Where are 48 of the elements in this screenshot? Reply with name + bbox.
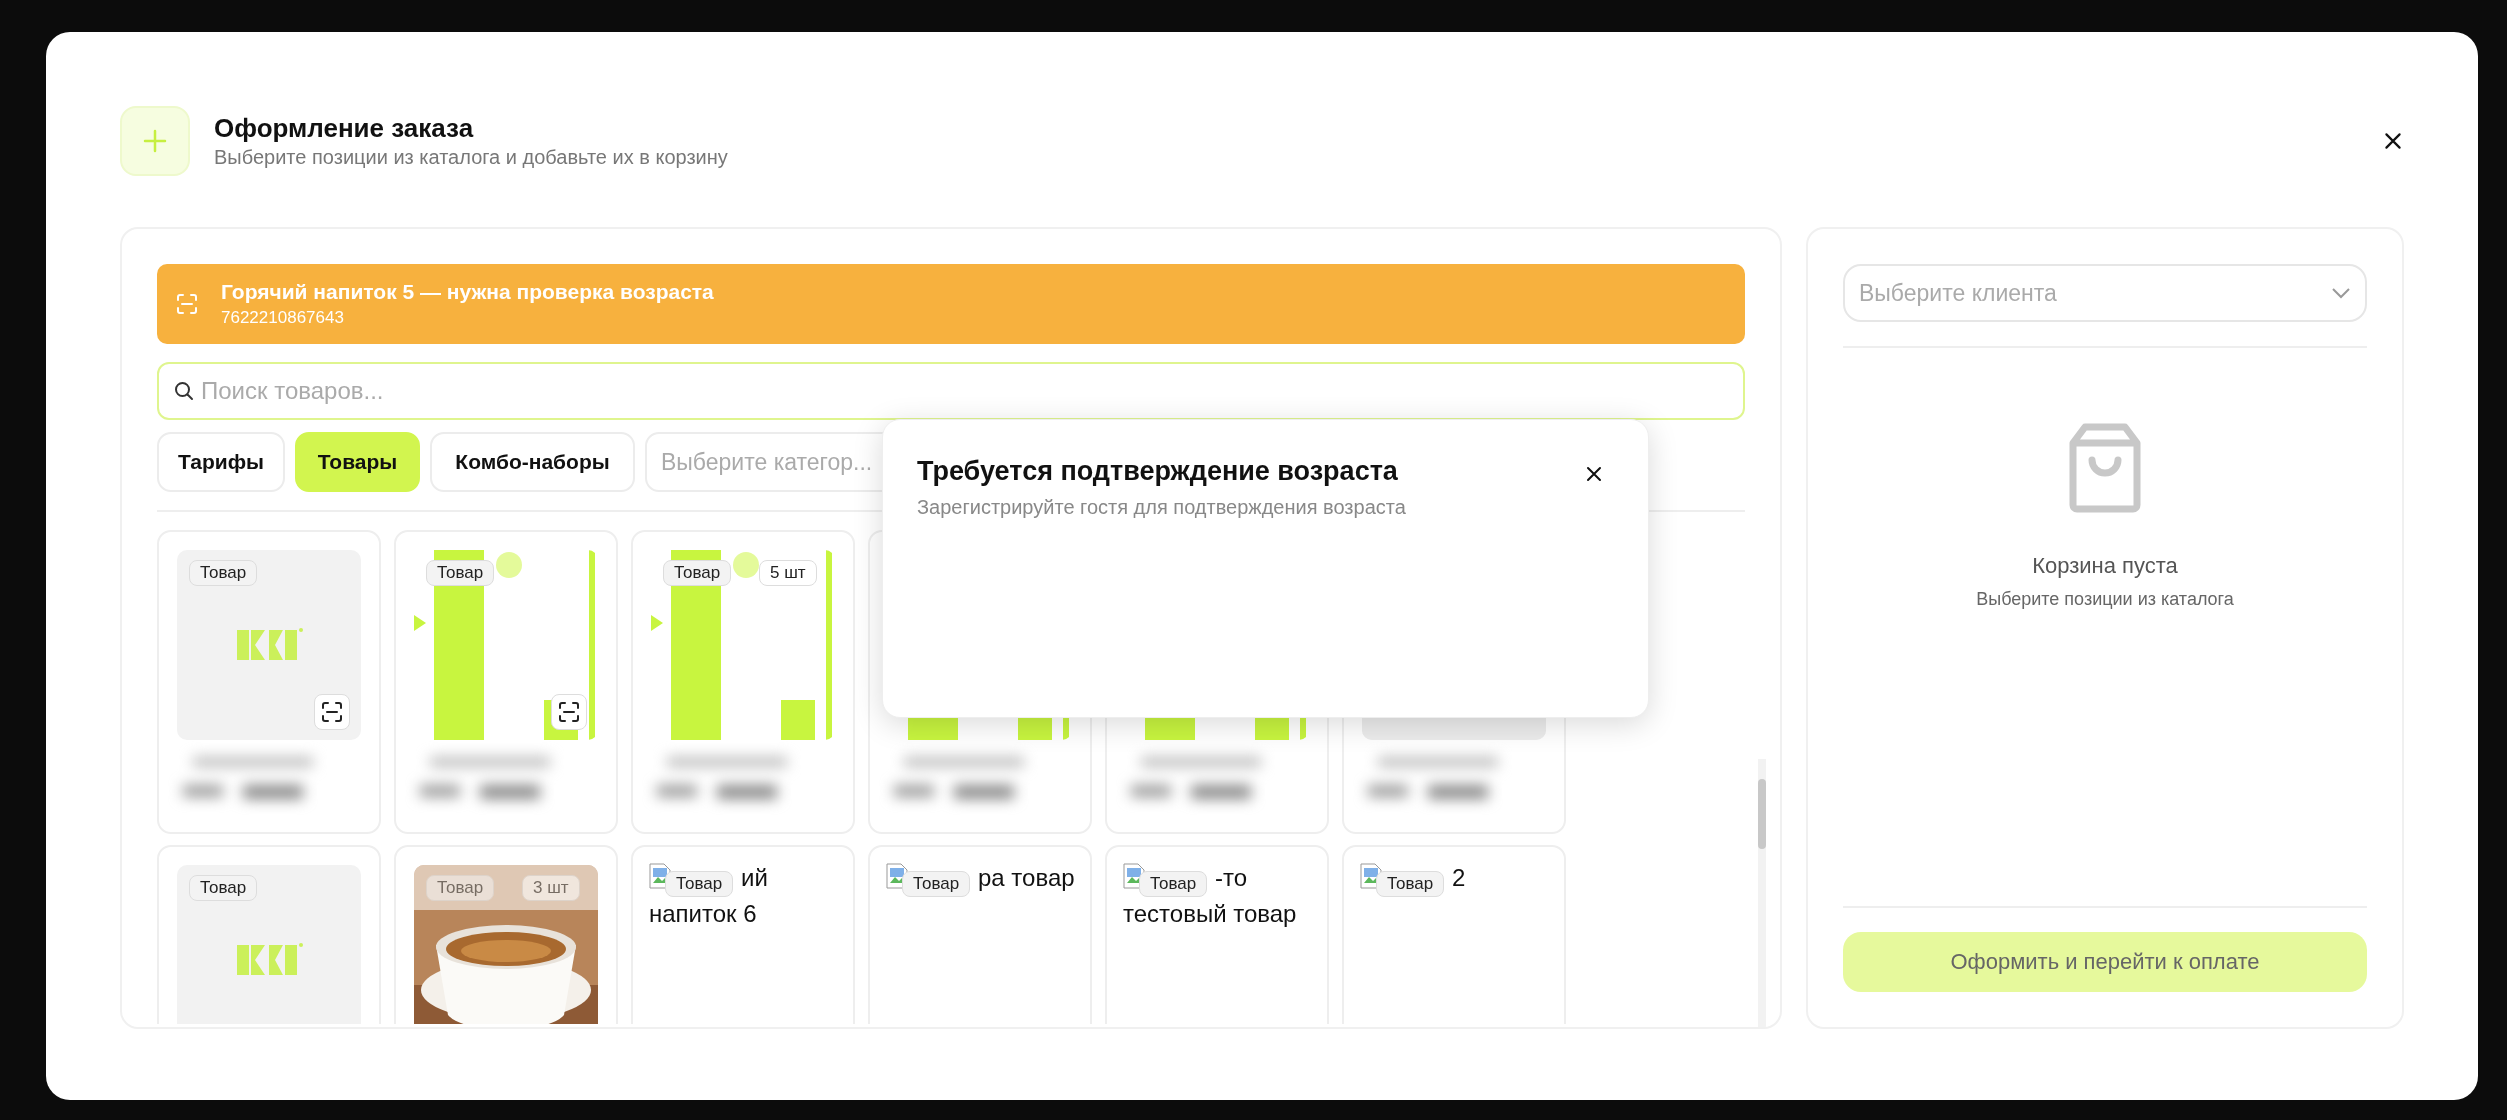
category-tab[interactable]: Тарифы <box>157 432 285 492</box>
type-badge: Товар <box>426 560 495 586</box>
image-alt-text: ра товар <box>978 863 1075 893</box>
image-alt-text: 2 <box>1452 863 1466 893</box>
empty-cart-hint: Выберите позиции из каталога <box>1976 589 2234 610</box>
image-alt-text: ий <box>741 863 768 893</box>
category-tab[interactable]: Товары <box>295 432 420 492</box>
popup-subtitle: Зарегистрируйте гостя для подтверждения возраста <box>917 496 1407 519</box>
banner-title: Горячий напиток 5 — нужна проверка возраста <box>221 280 714 304</box>
type-badge: Товар <box>1376 871 1445 897</box>
product-card[interactable]: Товар ий напиток 6 <box>631 845 855 1024</box>
empty-cart-title: Корзина пуста <box>2032 553 2178 579</box>
stock-badge: 5 шт <box>759 560 817 586</box>
chevron-down-icon <box>2331 287 2351 299</box>
plus-icon <box>120 106 190 176</box>
stock-badge: 3 шт <box>522 875 580 901</box>
product-card[interactable]: Товар <box>394 530 618 834</box>
category-tab[interactable]: Комбо-наборы <box>430 432 635 492</box>
product-card[interactable]: Товар <box>157 845 381 1024</box>
type-badge: Товар <box>665 871 734 897</box>
scan-icon <box>175 292 199 316</box>
product-card[interactable]: Товар <box>157 530 381 834</box>
close-icon[interactable] <box>1584 464 1604 484</box>
dialog-subtitle: Выберите позиции из каталога и добавьте их в корзину <box>214 146 729 169</box>
broken-image-icon <box>1360 863 1382 889</box>
barcode-number: 7622210867643 <box>221 308 345 328</box>
search-field[interactable]: Поиск товаров... <box>157 362 1745 420</box>
product-card[interactable]: Товар 3 шт <box>394 845 618 1024</box>
product-card[interactable]: Товар ра товар <box>868 845 1092 1024</box>
broken-image-icon <box>886 863 908 889</box>
dialog-title: Оформление заказа <box>214 113 475 144</box>
type-badge: Товар <box>663 560 732 586</box>
product-card[interactable]: Товар 2 <box>1342 845 1566 1024</box>
checkout-button[interactable]: Оформить и перейти к оплате <box>1843 932 2367 992</box>
type-badge: Товар <box>189 875 258 901</box>
product-card[interactable]: Товар 5 шт <box>631 530 855 834</box>
type-badge: Товар <box>902 871 971 897</box>
close-icon[interactable] <box>2382 130 2404 152</box>
broken-image-icon <box>1123 863 1145 889</box>
image-alt-text: напиток 6 <box>649 899 757 929</box>
image-alt-text: тестовый товар <box>1123 899 1297 929</box>
type-badge: Товар <box>1139 871 1208 897</box>
broken-image-icon <box>649 863 671 889</box>
image-alt-text: -то <box>1215 863 1248 893</box>
type-badge: Товар <box>426 875 495 901</box>
search-icon <box>173 380 195 402</box>
product-card[interactable]: Товар -то тестовый товар <box>1105 845 1329 1024</box>
type-badge: Товар <box>189 560 258 586</box>
